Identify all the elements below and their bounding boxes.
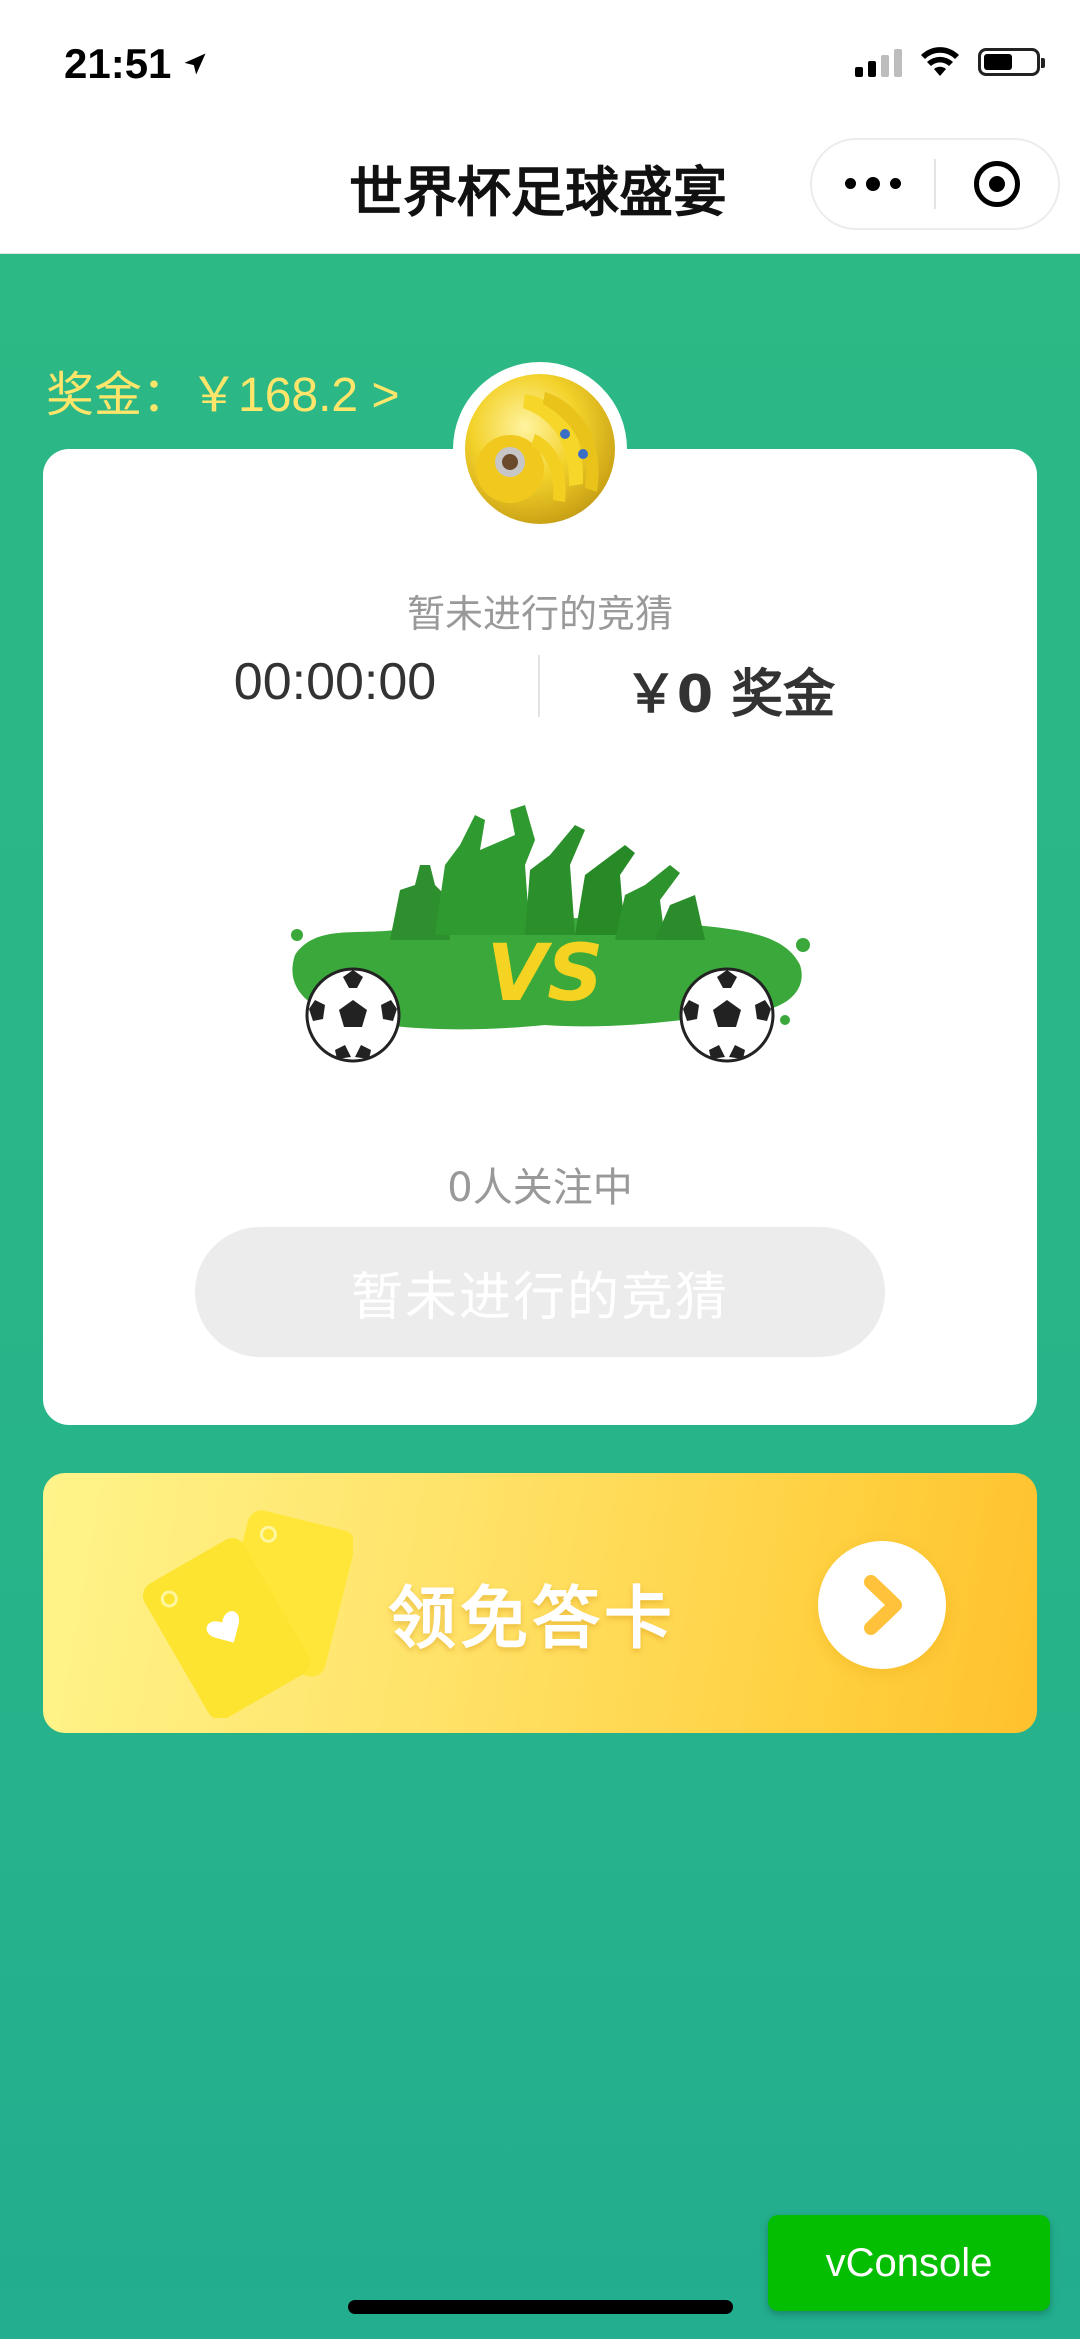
banner-arrow-button[interactable] bbox=[818, 1541, 946, 1669]
more-dots-icon[interactable] bbox=[812, 176, 934, 191]
cellular-signal-icon bbox=[855, 47, 902, 77]
countdown-timer: 00:00:00 bbox=[233, 653, 437, 711]
free-card-banner[interactable]: 领免答卡 bbox=[43, 1473, 1037, 1733]
close-target-icon[interactable] bbox=[936, 161, 1058, 207]
location-arrow-icon bbox=[184, 53, 206, 75]
vs-label: VS bbox=[487, 929, 604, 1019]
wifi-icon bbox=[921, 47, 959, 76]
answer-card-icon bbox=[142, 1510, 353, 1718]
mini-program-capsule bbox=[810, 138, 1060, 230]
status-icons bbox=[855, 46, 1045, 78]
quiz-status-text: 暂未进行的竞猜 bbox=[406, 592, 673, 636]
reward-amount: ￥0 奖金 bbox=[624, 665, 836, 725]
avatar[interactable] bbox=[453, 362, 627, 536]
guess-button[interactable]: 暂未进行的竞猜 bbox=[195, 1227, 885, 1357]
status-time-text: 21:51 bbox=[64, 40, 172, 87]
battery-icon bbox=[978, 48, 1045, 76]
free-card-label: 领免答卡 bbox=[388, 1580, 677, 1659]
followers-count: 0人关注中 bbox=[447, 1165, 633, 1211]
vs-football-illustration: VS bbox=[291, 805, 810, 1063]
stat-divider bbox=[538, 655, 540, 717]
avatar-image bbox=[465, 374, 615, 524]
prize-link[interactable]: 奖金：￥168.2 > bbox=[46, 355, 400, 425]
vconsole-button[interactable]: vConsole bbox=[768, 2215, 1050, 2311]
status-time: 21:51 bbox=[64, 40, 209, 88]
home-indicator[interactable] bbox=[348, 2300, 733, 2314]
football-left-icon bbox=[305, 967, 401, 1063]
football-right-icon bbox=[679, 967, 775, 1063]
chevron-right-icon bbox=[864, 1575, 902, 1635]
top-bar: 21:51 世界杯足球盛宴 bbox=[0, 0, 1080, 254]
banana-icon bbox=[476, 392, 599, 503]
